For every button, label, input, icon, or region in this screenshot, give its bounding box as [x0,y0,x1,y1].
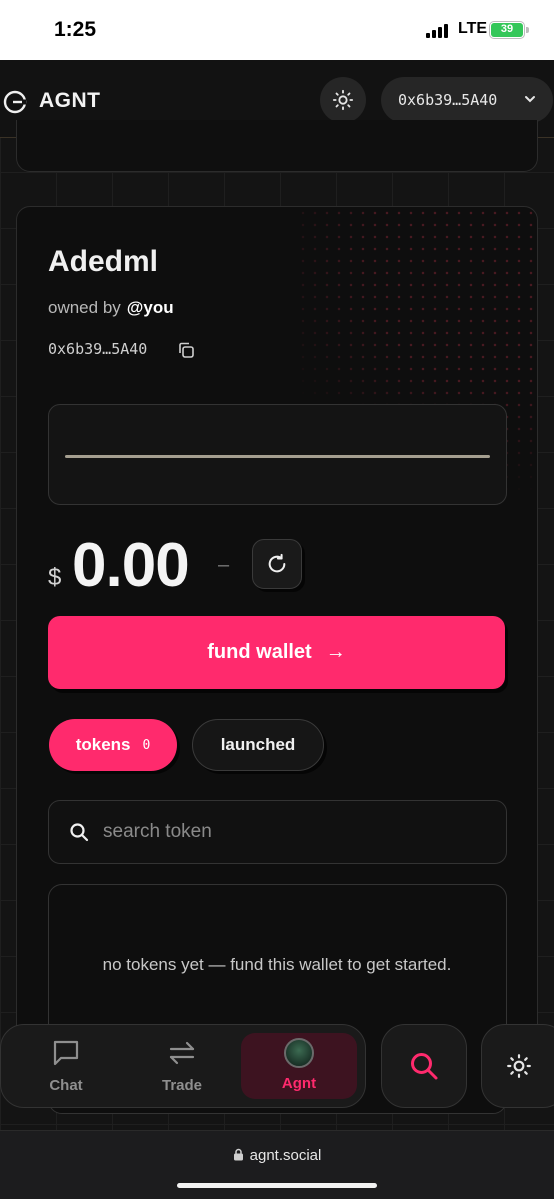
chevron-down-icon [525,96,535,103]
lock-icon [233,1148,243,1161]
sun-icon [507,1054,531,1078]
search-icon [70,823,89,842]
nav-chat[interactable]: Chat [16,1037,116,1097]
refresh-icon [268,553,286,573]
refresh-button[interactable] [252,539,302,589]
arrow-right-icon: → [325,641,346,663]
tab-launched[interactable]: launched [192,719,324,771]
fund-wallet-button[interactable]: fund wallet → [48,616,505,689]
nav-agnt[interactable]: Agnt [241,1033,357,1099]
search-icon [411,1053,438,1080]
balance-amount: 0.00 [72,531,190,600]
tab-launched-label: launched [220,735,296,754]
brand-name[interactable]: AGNT [39,89,101,113]
chart-line [65,455,490,458]
search-token-input[interactable] [103,821,463,843]
owned-by: owned by @you [48,298,174,318]
agent-address: 0x6b39…5A40 [48,340,148,358]
wallet-dropdown-button[interactable]: 0x6b39…5A40 [381,77,553,123]
chat-bubble-icon [53,1040,79,1066]
signal-icon [426,23,448,38]
agnt-logo-icon[interactable] [2,89,28,115]
tab-tokens-label: tokens [75,735,131,754]
browser-url-bar[interactable]: agnt.social [0,1130,554,1199]
battery-level: 39 [491,23,523,37]
wallet-address: 0x6b39…5A40 [398,91,498,109]
owned-by-label: owned by [48,298,121,317]
url-display[interactable]: agnt.social [0,1147,554,1164]
balance-chart [48,404,507,505]
status-bar: 1:25 LTE 39 [0,0,554,60]
tab-tokens-count: 0 [142,737,151,753]
tab-tokens[interactable]: tokens 0 [49,719,177,771]
agent-avatar [284,1038,314,1068]
home-indicator [177,1183,377,1188]
nav-chat-label: Chat [49,1077,83,1094]
theme-settings-button[interactable] [481,1024,554,1108]
token-search[interactable] [48,800,507,864]
nav-agnt-label: Agnt [281,1075,317,1092]
agent-name: Adedml [48,245,159,278]
status-time: 1:25 [54,18,97,41]
copy-icon[interactable] [177,341,195,359]
empty-state-message: no tokens yet — fund this wallet to get … [102,955,452,974]
nav-trade-label: Trade [161,1077,203,1094]
theme-toggle-button[interactable] [320,77,366,123]
balance-change: – [218,554,230,576]
sun-icon [332,89,354,111]
nav-trade[interactable]: Trade [132,1037,232,1097]
search-button[interactable] [381,1024,467,1108]
swap-arrows-icon [169,1041,195,1065]
currency-symbol: $ [48,564,62,591]
battery-icon: 39 [489,21,529,39]
previous-card [16,120,538,172]
network-label: LTE [458,20,488,37]
fund-wallet-label: fund wallet [207,641,312,663]
owner-handle[interactable]: @you [127,298,174,317]
url-text: agnt.social [249,1147,322,1164]
